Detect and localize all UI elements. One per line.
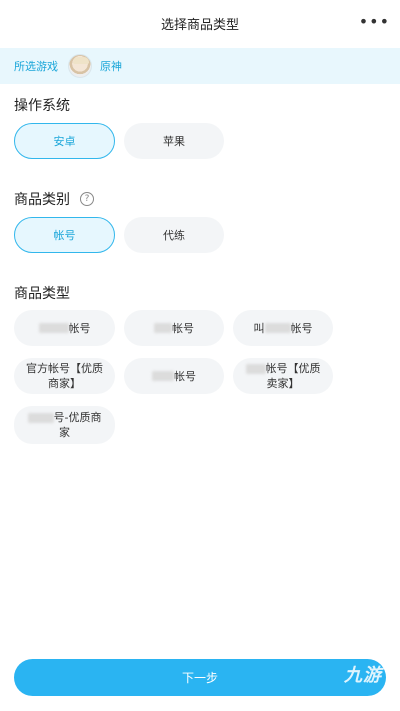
type-option-7-line1: 号-优质商 xyxy=(53,411,102,424)
blurred-text xyxy=(154,323,172,333)
type-option-4[interactable]: 官方帐号【优质 商家】 xyxy=(14,358,115,394)
blurred-text xyxy=(27,413,54,423)
os-section-title-text: 操作系统 xyxy=(14,98,70,114)
os-option-apple[interactable]: 苹果 xyxy=(124,123,224,159)
selected-game-name: 原神 xyxy=(100,60,122,73)
category-section-title-text: 商品类别 xyxy=(14,192,70,208)
os-section-title: 操作系统 xyxy=(14,95,70,115)
type-option-2-label: 帐号 xyxy=(172,321,194,335)
os-option-apple-label: 苹果 xyxy=(163,134,185,148)
os-option-android[interactable]: 安卓 xyxy=(14,123,115,159)
type-option-6-line2: 卖家】 xyxy=(266,377,300,390)
selected-game-bar[interactable]: 所选游戏 原神 xyxy=(0,48,400,84)
type-option-1-label: 帐号 xyxy=(68,321,91,335)
page-title: 选择商品类型 xyxy=(160,17,239,33)
selected-game-label: 所选游戏 xyxy=(14,60,58,73)
type-option-4-line2: 商家】 xyxy=(48,377,81,390)
type-section-title: 商品类型 xyxy=(14,283,70,303)
type-option-1[interactable]: 帐号 xyxy=(14,310,115,346)
next-step-button[interactable]: 下一步 xyxy=(14,659,386,696)
top-bar: 选择商品类型 ••• xyxy=(0,0,400,46)
category-option-account-label: 帐号 xyxy=(53,228,76,242)
type-section-title-text: 商品类型 xyxy=(14,286,70,302)
blurred-text xyxy=(38,323,69,333)
type-option-3[interactable]: 叫 帐号 xyxy=(233,310,333,346)
type-option-3-label: 帐号 xyxy=(290,321,313,335)
category-section-title: 商品类别 ? xyxy=(14,189,94,209)
type-option-2[interactable]: 帐号 xyxy=(124,310,224,346)
os-option-android-label: 安卓 xyxy=(53,134,76,148)
watermark-logo: 九游 xyxy=(344,665,382,686)
game-avatar xyxy=(68,54,92,78)
next-step-label: 下一步 xyxy=(181,671,218,685)
category-option-boosting[interactable]: 代练 xyxy=(124,217,224,253)
type-option-4-line1: 官方帐号【优质 xyxy=(26,362,103,375)
type-option-3-prefix: 叫 xyxy=(253,321,265,335)
category-option-boosting-label: 代练 xyxy=(163,228,185,242)
type-option-6[interactable]: 帐号【优质 卖家】 xyxy=(233,358,333,394)
blurred-text xyxy=(264,323,291,333)
type-option-7-line2: 家 xyxy=(59,426,70,439)
type-option-7[interactable]: 号-优质商 家 xyxy=(14,406,115,444)
blurred-text xyxy=(152,371,174,381)
more-dots-icon[interactable]: ••• xyxy=(359,14,390,30)
category-option-account[interactable]: 帐号 xyxy=(14,217,115,253)
type-option-5[interactable]: 帐号 xyxy=(124,358,224,394)
type-option-5-label: 帐号 xyxy=(174,369,196,383)
help-icon[interactable]: ? xyxy=(80,192,94,206)
type-option-6-line1: 帐号【优质 xyxy=(265,362,321,375)
blurred-text xyxy=(245,364,266,374)
